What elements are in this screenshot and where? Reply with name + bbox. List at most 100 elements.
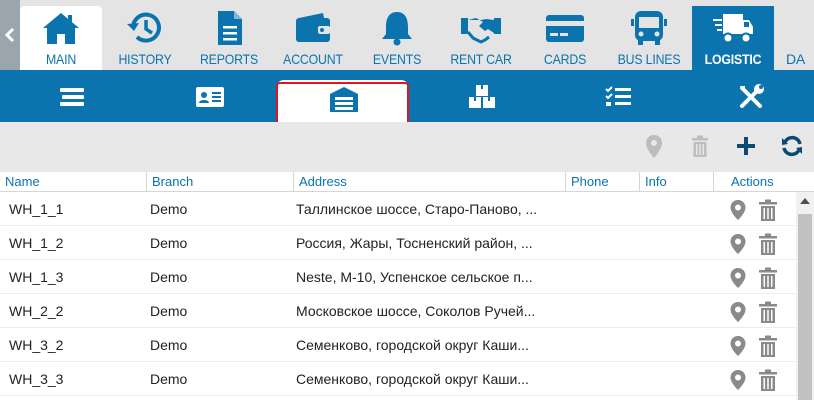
map-marker-icon[interactable] xyxy=(728,199,748,221)
cell-name: WH_2_2 xyxy=(9,303,64,319)
nav-item-history[interactable]: HISTORY xyxy=(104,6,186,70)
cell-branch: Demo xyxy=(150,303,188,319)
document-icon xyxy=(218,11,242,45)
boxes-icon xyxy=(469,85,495,108)
nav-item-label: DA xyxy=(786,51,806,67)
nav-item-reports[interactable]: REPORTS xyxy=(188,6,270,70)
grid-body: WH_1_1 Demo Таллинское шоссе, Старо-Пано… xyxy=(0,192,796,400)
scrollbar-thumb[interactable] xyxy=(798,214,812,400)
trash-icon[interactable] xyxy=(757,369,779,391)
nav-item-events[interactable]: EVENTS xyxy=(356,6,438,70)
chevron-left-icon xyxy=(5,28,15,42)
cell-address: Семенково, городской округ Каши... xyxy=(296,371,529,387)
table-row[interactable]: WH_2_2 Demo Московское шоссе, Соколов Ру… xyxy=(0,294,796,328)
cell-address: Семенково, городской округ Каши... xyxy=(296,337,529,353)
scroll-up-arrow-icon[interactable] xyxy=(800,198,810,204)
tools-icon xyxy=(740,84,764,108)
nav-item-rent-car[interactable]: RENT CAR xyxy=(440,6,522,70)
bell-icon xyxy=(382,12,412,46)
nav-item-bus-lines[interactable]: BUS LINES xyxy=(608,6,690,70)
nav-scroll-left-button[interactable] xyxy=(0,0,20,70)
nav-item-main[interactable]: MAIN xyxy=(20,6,102,70)
credit-card-icon xyxy=(546,15,584,42)
cell-phone xyxy=(569,260,637,294)
tab-cargo[interactable] xyxy=(462,80,502,114)
truck-icon xyxy=(713,14,753,44)
map-marker-icon[interactable] xyxy=(728,267,748,289)
cell-info xyxy=(643,362,711,396)
cell-phone xyxy=(569,192,637,226)
plus-icon xyxy=(737,137,755,155)
nav-item-label: LOGISTIC xyxy=(704,51,762,67)
cell-branch: Demo xyxy=(150,235,188,251)
trash-icon[interactable] xyxy=(757,301,779,323)
column-header-phone[interactable]: Phone xyxy=(565,172,639,192)
nav-item-logistic[interactable]: LOGISTIC xyxy=(692,6,774,70)
map-marker-icon[interactable] xyxy=(728,301,748,323)
id-card-icon xyxy=(196,87,224,107)
cell-name: WH_1_2 xyxy=(9,235,64,251)
cell-info xyxy=(643,260,711,294)
nav-item-label: BUS LINES xyxy=(617,51,681,67)
nav-item-label: HISTORY xyxy=(118,51,172,67)
cell-name: WH_1_3 xyxy=(9,269,64,285)
toolbar xyxy=(0,122,814,172)
add-button[interactable] xyxy=(732,132,760,160)
table-row[interactable]: WH_1_2 Demo Россия, Жары, Тосненский рай… xyxy=(0,226,796,260)
column-header-actions: Actions xyxy=(713,172,814,192)
nav-item-partial[interactable]: DA xyxy=(776,6,814,70)
tab-contacts[interactable] xyxy=(190,80,230,114)
grid-scrollbar[interactable] xyxy=(796,192,814,400)
tab-list[interactable] xyxy=(52,80,92,114)
map-marker-icon[interactable] xyxy=(728,233,748,255)
cell-branch: Demo xyxy=(150,269,188,285)
map-marker-icon[interactable] xyxy=(728,335,748,357)
delete-button[interactable] xyxy=(686,132,714,160)
trash-icon xyxy=(692,135,708,157)
refresh-button[interactable] xyxy=(778,132,806,160)
trash-icon[interactable] xyxy=(757,267,779,289)
map-marker-icon xyxy=(646,135,662,158)
cell-address: Neste, М-10, Успенское сельское п... xyxy=(296,269,533,285)
cell-phone xyxy=(569,294,637,328)
cell-phone xyxy=(569,362,637,396)
nav-item-label: MAIN xyxy=(45,51,77,67)
trash-icon[interactable] xyxy=(757,199,779,221)
cell-phone xyxy=(569,226,637,260)
cell-address: Россия, Жары, Тосненский район, ... xyxy=(296,235,533,251)
cell-phone xyxy=(569,328,637,362)
handshake-icon xyxy=(461,18,501,44)
table-row[interactable]: WH_3_3 Demo Семенково, городской округ К… xyxy=(0,362,796,396)
history-icon xyxy=(127,12,161,43)
nav-item-cards[interactable]: CARDS xyxy=(524,6,606,70)
grid-header: Name Branch Address Phone Info Actions xyxy=(0,172,814,192)
cell-address: Таллинское шоссе, Старо-Паново, ... xyxy=(296,201,538,217)
nav-item-account[interactable]: ACCOUNT xyxy=(272,6,354,70)
nav-item-label: CARDS xyxy=(543,51,587,67)
nav-item-label: ACCOUNT xyxy=(283,51,343,67)
tab-settings[interactable] xyxy=(732,80,772,114)
top-navigation: MAIN HISTORY REPORTS ACCOUNT EVENTS RENT… xyxy=(0,0,814,70)
trash-icon[interactable] xyxy=(757,335,779,357)
bars-icon xyxy=(60,88,84,106)
table-row[interactable]: WH_1_3 Demo Neste, М-10, Успенское сельс… xyxy=(0,260,796,294)
wallet-icon xyxy=(296,13,330,42)
column-header-branch[interactable]: Branch xyxy=(146,172,293,192)
column-header-address[interactable]: Address xyxy=(293,172,565,192)
cell-name: WH_1_1 xyxy=(9,201,64,217)
tab-tasks[interactable] xyxy=(598,80,638,114)
cell-info xyxy=(643,328,711,362)
map-marker-icon[interactable] xyxy=(728,369,748,391)
column-header-info[interactable]: Info xyxy=(639,172,713,192)
table-row[interactable]: WH_1_1 Demo Таллинское шоссе, Старо-Пано… xyxy=(0,192,796,226)
trash-icon[interactable] xyxy=(757,233,779,255)
cell-name: WH_3_2 xyxy=(9,337,64,353)
nav-item-label: EVENTS xyxy=(372,51,422,67)
refresh-icon xyxy=(782,135,802,157)
tasks-icon xyxy=(605,86,631,106)
nav-item-label: REPORTS xyxy=(199,51,259,67)
table-row[interactable]: WH_3_2 Demo Семенково, городской округ К… xyxy=(0,328,796,362)
cell-address: Московское шоссе, Соколов Ручей... xyxy=(296,303,536,319)
column-header-name[interactable]: Name xyxy=(0,172,146,192)
show-on-map-button[interactable] xyxy=(640,132,668,160)
